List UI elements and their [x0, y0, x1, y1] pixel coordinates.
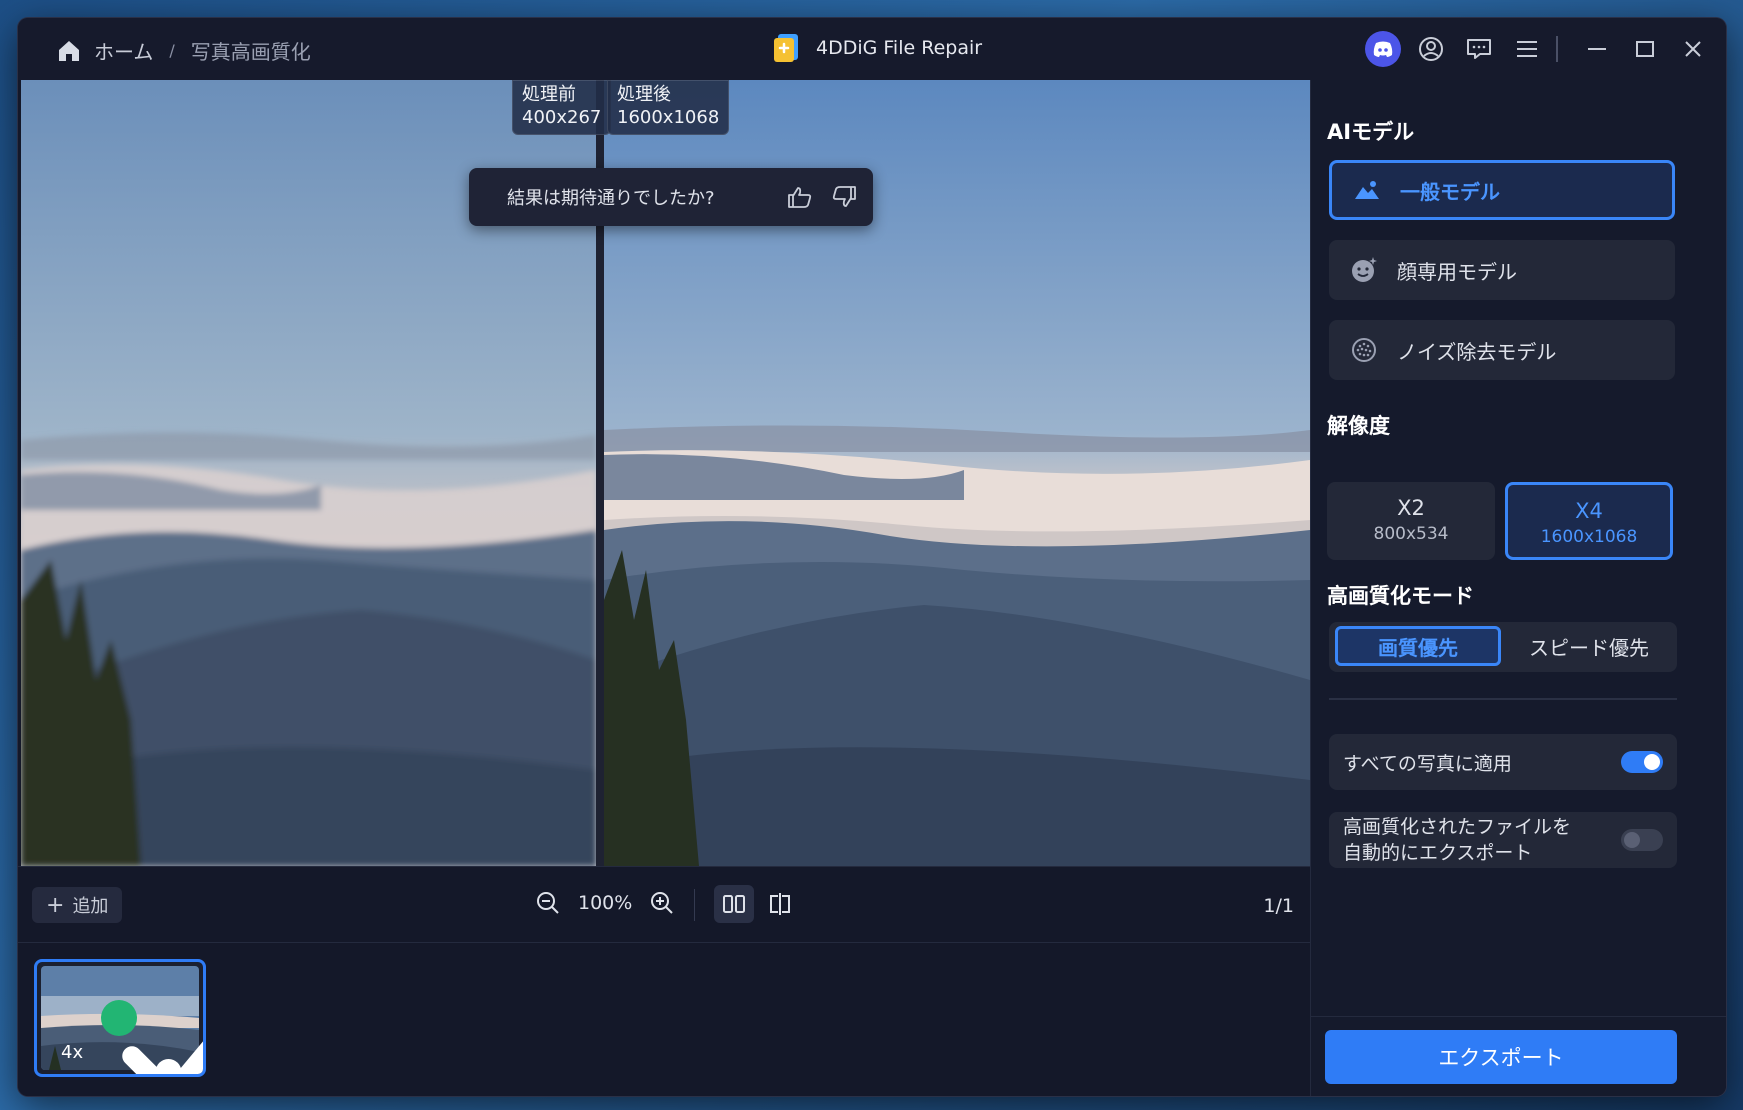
toolbar-divider [694, 889, 695, 921]
maximize-icon[interactable] [1626, 30, 1664, 68]
title-bar: ホーム / 写真高画質化 4DDiG File Repair [18, 18, 1726, 80]
thumbnail-strip: 4x [18, 942, 1310, 1096]
account-icon[interactable] [1412, 30, 1450, 68]
auto-export-line1: 高画質化されたファイルを [1343, 816, 1572, 838]
thumbnail-badge: 4x [53, 1042, 182, 1074]
app-title: 4DDiG File Repair [772, 32, 982, 64]
feedback-popup: 結果は期待通りでしたか? [469, 168, 873, 226]
before-label: 処理前 400x267 [512, 80, 612, 135]
breadcrumb-separator: / [169, 41, 175, 60]
feedback-icon[interactable] [1460, 30, 1498, 68]
titlebar-divider [1556, 36, 1558, 62]
before-label-size: 400x267 [522, 107, 602, 128]
thumbs-down-icon[interactable] [829, 182, 859, 212]
face-icon [1349, 255, 1379, 285]
mode-title: 高画質化モード [1327, 584, 1474, 608]
panel-footer-divider [1311, 1016, 1726, 1017]
app-window: ホーム / 写真高画質化 4DDiG File Repair 処理前 400x2… [18, 18, 1726, 1096]
resolution-title: 解像度 [1327, 414, 1390, 438]
mode-quality[interactable]: 画質優先 [1335, 626, 1501, 666]
zoom-out-icon[interactable] [534, 889, 562, 917]
resolution-x4[interactable]: X4 1600x1068 [1505, 482, 1673, 560]
plus-icon: + [46, 892, 65, 918]
landscape-icon [1352, 175, 1382, 205]
side-by-side-view-icon[interactable] [714, 885, 754, 923]
breadcrumb: ホーム / 写真高画質化 [56, 36, 311, 65]
page-counter: 1/1 [1263, 895, 1294, 917]
toggle-knob [1624, 832, 1640, 848]
auto-export-toggle[interactable] [1621, 829, 1663, 851]
window-controls [1354, 30, 1712, 68]
close-icon[interactable] [1674, 30, 1712, 68]
view-mode-switch [714, 885, 806, 923]
resolution-x2-scale: X2 [1397, 496, 1425, 520]
add-label: 追加 [72, 896, 109, 917]
auto-export-setting: 高画質化されたファイルを 自動的にエクスポート [1329, 812, 1677, 868]
app-logo-icon [772, 32, 802, 64]
model-general-label: 一般モデル [1400, 179, 1500, 204]
feedback-question: 結果は期待通りでしたか? [507, 188, 715, 209]
check-icon [101, 1000, 203, 1074]
export-button[interactable]: エクスポート [1325, 1030, 1677, 1084]
zoom-in-icon[interactable] [648, 889, 676, 917]
image-compare-viewer[interactable]: 処理前 400x267 処理後 1600x1068 結果は期待通りでしたか? [21, 80, 1310, 866]
discord-icon [1365, 31, 1401, 67]
after-label-size: 1600x1068 [617, 107, 720, 128]
model-face-label: 顔専用モデル [1397, 259, 1517, 284]
enhance-mode-switch: 画質優先 スピード優先 [1329, 622, 1677, 672]
model-noise[interactable]: ノイズ除去モデル [1329, 320, 1675, 380]
resolution-x4-size: 1600x1068 [1540, 527, 1638, 547]
auto-export-label: 高画質化されたファイルを 自動的にエクスポート [1343, 814, 1571, 866]
model-general[interactable]: 一般モデル [1329, 160, 1675, 220]
before-label-title: 処理前 [522, 84, 576, 105]
settings-panel: AIモデル 一般モデル 顔専用モデル ノイズ除去モデル 解像度 X2 800x5… [1310, 80, 1726, 1096]
model-noise-label: ノイズ除去モデル [1397, 339, 1557, 364]
noise-icon [1349, 335, 1379, 365]
ai-model-title: AIモデル [1327, 120, 1415, 144]
zoom-value: 100% [578, 892, 633, 914]
resolution-x2-size: 800x534 [1373, 524, 1449, 544]
toggle-knob [1644, 754, 1660, 770]
auto-export-line2: 自動的にエクスポート [1343, 842, 1533, 864]
split-view-icon[interactable] [760, 885, 800, 923]
resolution-x2[interactable]: X2 800x534 [1327, 482, 1495, 560]
apply-all-label: すべての写真に適用 [1343, 752, 1512, 775]
apply-all-toggle[interactable] [1621, 751, 1663, 773]
menu-icon[interactable] [1508, 30, 1546, 68]
thumbnail-item[interactable]: 4x [34, 959, 206, 1077]
apply-all-setting: すべての写真に適用 [1329, 734, 1677, 790]
after-label: 処理後 1600x1068 [607, 80, 730, 135]
minimize-icon[interactable] [1578, 30, 1616, 68]
after-label-title: 処理後 [617, 84, 671, 105]
viewer-toolbar: + 追加 100% 1/1 [18, 866, 1310, 943]
mode-speed[interactable]: スピード優先 [1505, 626, 1673, 666]
breadcrumb-home[interactable]: ホーム [94, 36, 153, 65]
model-face[interactable]: 顔専用モデル [1329, 240, 1675, 300]
panel-divider [1329, 698, 1677, 700]
discord-button[interactable] [1364, 30, 1402, 68]
thumbs-up-icon[interactable] [785, 182, 815, 212]
breadcrumb-current: 写真高画質化 [190, 40, 311, 64]
zoom-controls: 100% [534, 889, 676, 917]
home-icon[interactable] [56, 38, 82, 64]
add-button[interactable]: + 追加 [32, 887, 123, 923]
app-title-text: 4DDiG File Repair [816, 37, 983, 59]
resolution-x4-scale: X4 [1575, 499, 1603, 523]
